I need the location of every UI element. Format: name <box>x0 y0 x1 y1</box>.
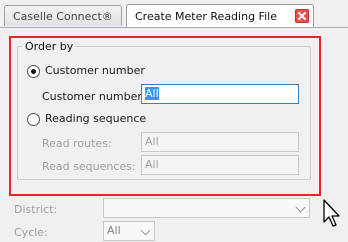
tab-caselle-connect[interactable]: Caselle Connect® <box>4 5 122 26</box>
mouse-cursor-icon <box>323 199 340 227</box>
cycle-value: All <box>107 224 121 237</box>
district-select[interactable] <box>103 198 310 218</box>
cycle-label: Cycle: <box>14 226 48 239</box>
close-icon[interactable] <box>295 9 309 23</box>
tab-create-meter-reading-file[interactable]: Create Meter Reading File <box>126 4 314 27</box>
tab-strip: Caselle Connect® Create Meter Reading Fi… <box>0 0 348 27</box>
district-label: District: <box>14 203 58 216</box>
highlight-box <box>9 36 321 196</box>
tab-caselle-connect-label: Caselle Connect® <box>13 9 113 23</box>
chevron-down-icon <box>140 225 151 236</box>
chevron-down-icon <box>295 202 306 213</box>
tab-create-meter-reading-file-label: Create Meter Reading File <box>135 9 277 23</box>
cycle-select[interactable]: All <box>103 221 155 241</box>
